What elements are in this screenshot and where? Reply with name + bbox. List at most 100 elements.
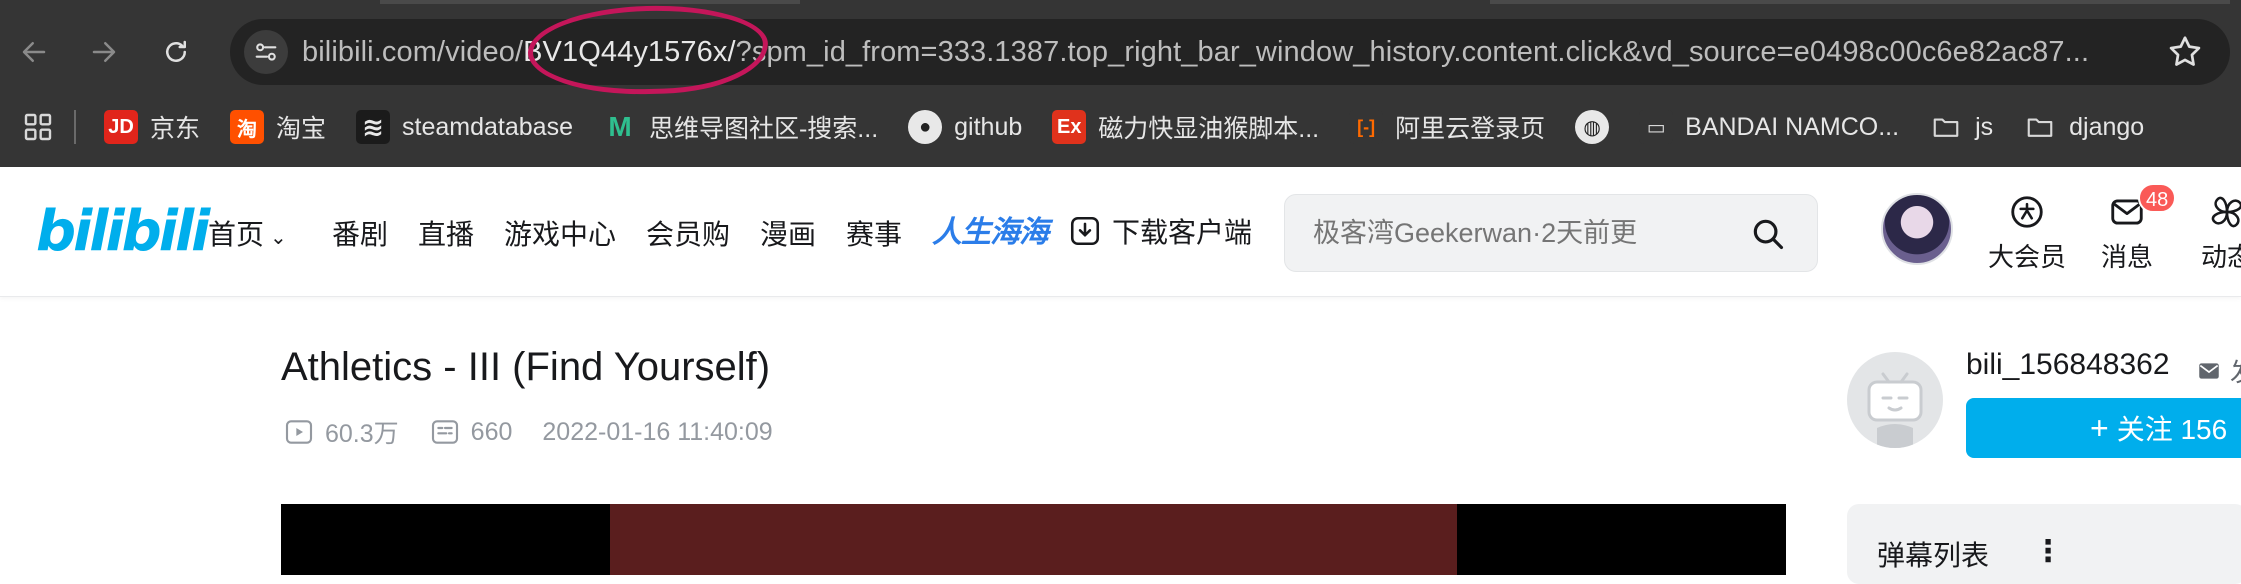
follow-label: 关注 156	[2116, 414, 2228, 445]
url-text[interactable]: bilibili.com/video/BV1Q44y1576x/?spm_id_…	[302, 19, 2089, 85]
bookmark-item[interactable]: ◍	[1575, 103, 1610, 151]
url-host: bilibili.com/video/	[302, 36, 524, 68]
danmaku-list-title[interactable]: 弹幕列表	[1877, 534, 1989, 574]
nav-vip-shop[interactable]: 会员购	[646, 213, 730, 253]
bookmark-label: django	[2069, 112, 2145, 141]
arrow-right-icon	[92, 42, 116, 62]
folder-icon	[1929, 110, 1963, 144]
bookmark-list: JD 京东 淘淘宝 ≋ steamdatabase M 思维导图社区-搜索... ● githu…	[104, 103, 2174, 151]
uploader-name[interactable]: bili_156848362	[1966, 348, 2170, 382]
bookmark-label: 磁力快显油猴脚本...	[1098, 115, 1320, 143]
dynamic-label: 动态	[2200, 242, 2241, 272]
danmaku-count: 660	[470, 417, 513, 446]
bookmark-item[interactable]: django	[2023, 103, 2144, 151]
play-count-icon	[285, 420, 313, 444]
uploader-avatar[interactable]	[1847, 352, 1943, 448]
danmaku-count-icon	[431, 420, 458, 444]
message-count-badge: 48	[2138, 183, 2177, 213]
bookmark-star-icon[interactable]	[2166, 33, 2204, 71]
download-client-link[interactable]: 下载客户端	[1068, 211, 1252, 251]
address-bar[interactable]: bilibili.com/video/BV1Q44y1576x/?spm_id_…	[230, 2, 2230, 98]
nav-esports[interactable]: 赛事	[846, 213, 902, 253]
bookmarks-separator	[74, 110, 76, 144]
vip-icon	[2011, 196, 2043, 228]
video-player[interactable]	[281, 504, 1786, 575]
reload-button[interactable]	[154, 30, 198, 74]
steamdb-icon: ≋	[356, 110, 391, 144]
nav-anime[interactable]: 番剧	[332, 213, 388, 253]
view-count: 60.3万	[325, 420, 399, 448]
bookmark-item[interactable]: ≋ steamdatabase	[356, 103, 573, 151]
bookmark-label: js	[1975, 112, 1994, 141]
chevron-down-icon: ⌄	[270, 227, 287, 249]
search-icon[interactable]	[1749, 215, 1787, 253]
bandai-icon: ▭	[1639, 110, 1674, 144]
nav-live[interactable]: 直播	[418, 213, 474, 253]
bookmark-item[interactable]: [-] 阿里云登录页	[1349, 103, 1545, 151]
aliyun-icon: [-]	[1349, 110, 1384, 144]
bookmark-item[interactable]: 淘淘宝	[230, 103, 326, 151]
default-avatar-icon	[1867, 372, 1923, 448]
bookmark-label: github	[954, 112, 1023, 141]
search-input[interactable]	[1313, 195, 1733, 271]
bookmark-item[interactable]: M 思维导图社区-搜索...	[603, 103, 878, 151]
promo-link[interactable]: 人生海海	[932, 207, 1049, 251]
bookmark-item[interactable]: JD 京东	[104, 103, 200, 151]
messages-label: 消息	[2100, 242, 2153, 272]
nav-home[interactable]: 首页 ⌄	[208, 213, 287, 253]
danmaku-list-panel: 弹幕列表 ⋮	[1847, 504, 2241, 584]
vip-label: 大会员	[1987, 242, 2066, 272]
publish-date: 2022-01-16 11:40:09	[542, 417, 773, 446]
bookmark-label: BANDAI NAMCO...	[1685, 112, 1900, 141]
url-query: ?spm_id_from=333.1387.top_right_bar_wind…	[735, 36, 2090, 68]
search-box	[1284, 194, 1818, 272]
dynamic-icon	[2211, 196, 2241, 228]
globe-icon: ◍	[1575, 110, 1610, 144]
forward-button[interactable]	[82, 30, 126, 74]
download-label: 下载客户端	[1112, 217, 1253, 248]
user-avatar[interactable]	[1881, 193, 1953, 265]
video-meta: 60.3万 660 2022-01-16 11:40:09	[283, 414, 773, 450]
messages-entry[interactable]: 消息 48	[2082, 183, 2177, 274]
bookmark-label: 阿里云登录页	[1395, 115, 1546, 143]
bookmark-item[interactable]: js	[1929, 103, 1993, 151]
apps-button[interactable]	[22, 103, 54, 151]
bookmark-item[interactable]: ● github	[908, 103, 1022, 151]
plus-icon: +	[2090, 410, 2109, 446]
tune-icon	[255, 43, 277, 61]
github-icon: ●	[908, 110, 943, 144]
nav-manga[interactable]: 漫画	[760, 213, 816, 253]
vip-entry[interactable]: 大会员	[1982, 193, 2072, 274]
reload-icon	[166, 40, 186, 62]
back-button[interactable]	[12, 30, 56, 74]
site-settings-button[interactable]	[244, 30, 288, 74]
nav-game-center[interactable]: 游戏中心	[504, 213, 616, 253]
folder-icon	[2023, 110, 2057, 144]
apps-grid-icon	[24, 113, 52, 141]
send-message-label: 发	[2230, 352, 2241, 389]
site-header: bilibili 首页 ⌄ 番剧 直播 游戏中心 会员购 漫画 赛事 人生海海 下…	[0, 167, 2241, 297]
dynamic-entry[interactable]: 动态	[2182, 193, 2241, 274]
bookmark-label: 思维导图社区-搜索...	[648, 115, 879, 143]
bilibili-logo[interactable]: bilibili	[36, 199, 210, 264]
more-options-icon[interactable]: ⋮	[2033, 534, 2063, 569]
mindmap-icon: M	[608, 111, 632, 142]
nav-home-label: 首页	[208, 219, 265, 250]
bookmark-item[interactable]: ▭ BANDAI NAMCO...	[1639, 103, 1899, 151]
send-message-button[interactable]: 发	[2196, 352, 2241, 389]
tab-edge	[1490, 0, 2230, 4]
tab-edge	[380, 0, 800, 4]
download-icon	[1070, 216, 1100, 246]
video-title: Athletics - III (Find Yourself)	[281, 345, 771, 389]
jd-icon: JD	[104, 110, 138, 144]
url-video-id: BV1Q44y1576x/	[523, 36, 736, 68]
bookmark-item[interactable]: Ex 磁力快显油猴脚本...	[1052, 103, 1319, 151]
bookmarks-bar: JD 京东 淘淘宝 ≋ steamdatabase M 思维导图社区-搜索... ● githu…	[0, 103, 2241, 151]
arrow-left-icon	[22, 42, 46, 62]
bookmark-label: 京东	[150, 115, 201, 143]
bookmark-label: steamdatabase	[402, 112, 573, 141]
video-frame	[610, 504, 1457, 575]
follow-button[interactable]: + 关注 156	[1966, 398, 2241, 458]
ex-icon: Ex	[1052, 110, 1087, 144]
taobao-icon: 淘	[230, 110, 265, 144]
